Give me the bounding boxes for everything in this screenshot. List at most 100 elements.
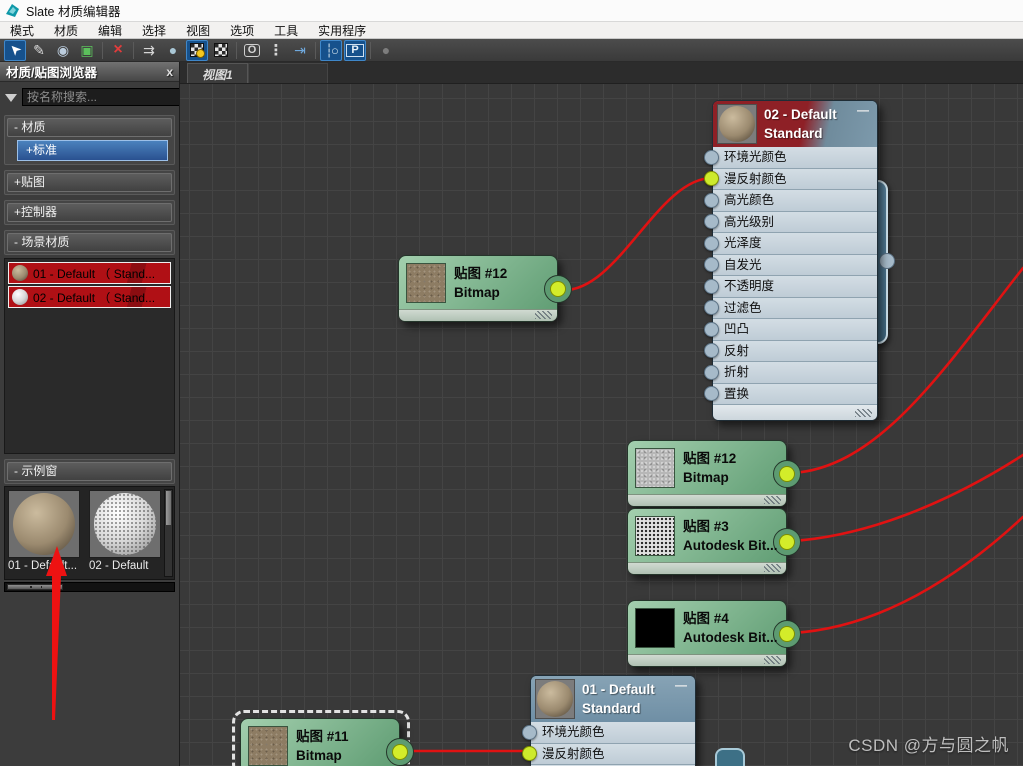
input-socket[interactable] [704,257,719,272]
update-preview-icon[interactable]: ● [162,40,184,61]
node-subtitle: Bitmap [454,283,507,302]
show-shaded-material-icon[interactable]: O [241,40,263,61]
window-titlebar[interactable]: Slate 材质编辑器 [0,0,1023,22]
input-socket[interactable] [522,725,537,740]
output-socket[interactable] [879,253,895,269]
menu-item[interactable]: 模式 [0,21,44,40]
menu-item[interactable]: 实用程序 [308,21,376,40]
select-by-material-icon[interactable]: ● [375,40,397,61]
window-title: Slate 材质编辑器 [26,1,120,20]
watermark: CSDN @方与圆之帆 [848,731,1009,756]
collapse-button[interactable]: — [675,678,687,692]
map-node-bitmap-12[interactable]: 贴图 #12 Bitmap [398,255,558,322]
material-node-02-default[interactable]: 02 - Default Standard — 环境光颜色漫反射颜色高光颜色高光… [712,100,878,421]
node-title: 02 - Default [764,105,837,124]
input-socket[interactable] [704,193,719,208]
map-node-bitmap-11[interactable]: 贴图 #11 Bitmap [240,718,400,766]
toolbar-separator [133,42,134,59]
input-socket[interactable] [704,300,719,315]
input-socket[interactable] [704,150,719,165]
rollout-scene-materials[interactable]: - 场景材质 [7,233,172,252]
map-node-bitmap-12b[interactable]: 贴图 #12 Bitmap [627,440,787,507]
sample-horizontal-scrollbar[interactable] [4,582,175,592]
scrollbar-thumb[interactable] [7,584,63,590]
param-row: 高光级别 [713,212,877,234]
menu-item[interactable]: 选择 [132,21,176,40]
node-title: 贴图 #3 [683,517,778,536]
resize-grip-icon[interactable] [764,656,781,664]
material-preview-thumb [535,679,575,719]
parameter-editor-icon[interactable]: P [344,40,366,61]
menu-item[interactable]: 材质 [44,21,88,40]
scrollbar-thumb[interactable] [166,491,171,525]
param-label: 反射 [724,344,749,358]
input-socket[interactable] [704,365,719,380]
scene-material-item[interactable]: 01 - Default （ Stand... [8,262,171,284]
browser-title: 材质/贴图浏览器 [6,62,97,81]
node-subtitle: Bitmap [683,468,736,487]
node-header[interactable]: 02 - Default Standard — [713,101,877,147]
input-socket[interactable] [704,322,719,337]
editor-body: 材质/贴图浏览器 x - 材质 +标准 +贴图 +控制器 - 场景材质 [0,62,1023,766]
material-thumb [12,265,28,281]
input-socket[interactable] [704,171,719,186]
sample-vertical-scrollbar[interactable] [164,489,173,577]
show-map-in-viewport-icon[interactable] [186,40,208,61]
rollout-maps[interactable]: +贴图 [7,173,172,192]
menu-item[interactable]: 视图 [176,21,220,40]
material-type-standard[interactable]: +标准 [17,140,168,161]
param-label: 高光颜色 [724,193,774,207]
pick-material-from-object-icon[interactable]: ◉ [52,40,74,61]
map-node-4-autodesk-bitmap[interactable]: 贴图 #4 Autodesk Bit... [627,600,787,667]
pick-eyedropper-icon[interactable]: ✎ [28,40,50,61]
input-socket[interactable] [704,236,719,251]
chevron-down-icon[interactable] [5,94,17,108]
rollout-controllers[interactable]: +控制器 [7,203,172,222]
close-icon[interactable]: x [166,65,173,79]
resize-grip-icon[interactable] [535,311,552,319]
input-socket[interactable] [704,214,719,229]
lay-out-all-icon[interactable]: ┆○ [320,40,342,61]
collapse-button[interactable]: — [857,103,869,117]
search-input[interactable] [22,88,180,106]
assign-material-to-selection-icon[interactable]: ▣ [76,40,98,61]
browser-title-bar[interactable]: 材质/贴图浏览器 x [0,62,179,82]
menu-item[interactable]: 工具 [264,21,308,40]
delete-selected-icon[interactable]: × [107,40,129,61]
node-subtitle: Standard [582,699,655,718]
rollout-materials[interactable]: - 材质 [7,118,172,137]
rollout-sample-window[interactable]: - 示例窗 [7,462,172,481]
sample-label: 02 - Default [89,558,165,572]
node-footer [628,654,786,666]
resize-grip-icon[interactable] [855,409,872,417]
map-preview-thumb [635,448,675,488]
input-socket[interactable] [704,343,719,358]
node-title: 贴图 #12 [683,449,736,468]
toolbar: ➤✎◉▣×⇉●O⋮⇥┆○P● [0,39,1023,62]
tab-view1[interactable]: 视图1 [187,63,248,83]
sample-slot[interactable]: 01 - Default... [8,490,84,577]
node-header[interactable]: 01 - Default Standard — [531,676,695,722]
select-tool-icon[interactable]: ➤ [4,40,26,61]
param-row: 光泽度 [713,233,877,255]
show-background-icon[interactable] [210,40,232,61]
resize-grip-icon[interactable] [764,564,781,572]
menu-item[interactable]: 选项 [220,21,264,40]
input-socket[interactable] [522,746,537,761]
hide-unused-nodeslots-icon[interactable]: ⋮ [265,40,287,61]
input-socket[interactable] [704,386,719,401]
menu-item[interactable]: 编辑 [88,21,132,40]
lay-out-children-icon[interactable]: ⇉ [138,40,160,61]
view-tab-bar: 视图1 [180,62,1023,84]
node-canvas[interactable]: 02 - Default Standard — 环境光颜色漫反射颜色高光颜色高光… [180,84,1023,766]
map-node-3-autodesk-bitmap[interactable]: 贴图 #3 Autodesk Bit... [627,508,787,575]
node-01-output-panel [715,748,745,766]
input-socket[interactable] [704,279,719,294]
tab-label: 视图1 [202,68,233,82]
scene-material-item[interactable]: 02 - Default （ Stand... [8,286,171,308]
sample-slot[interactable]: 02 - Default [89,490,165,577]
material-node-01-default[interactable]: 01 - Default Standard — 环境光颜色漫反射颜色 [530,675,696,766]
param-row: 折射 [713,362,877,384]
resize-grip-icon[interactable] [764,496,781,504]
move-children-icon[interactable]: ⇥ [289,40,311,61]
